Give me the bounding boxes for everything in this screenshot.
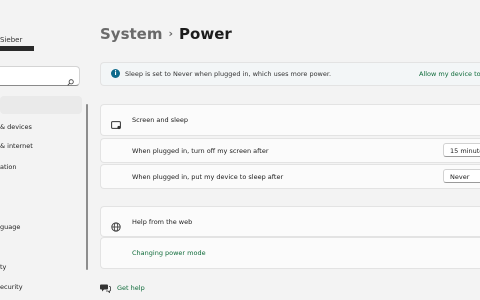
sidebar-item-gaming[interactable]: [0, 238, 82, 256]
screen-sleep-icon: [111, 115, 121, 134]
sidebar-item-system[interactable]: [0, 96, 82, 114]
sidebar-item-time-language[interactable]: guage: [0, 218, 82, 236]
changing-power-mode-link[interactable]: Changing power mode: [132, 249, 206, 257]
sidebar-item-accounts[interactable]: [0, 198, 82, 216]
get-help-icon: [100, 283, 111, 295]
breadcrumb-system[interactable]: System: [100, 25, 162, 43]
user-email-redacted: [0, 46, 34, 51]
sidebar-item-privacy-security[interactable]: ecurity: [0, 278, 82, 296]
search-input[interactable]: [0, 66, 80, 86]
sidebar-item-bluetooth-devices[interactable]: & devices: [0, 118, 82, 136]
info-icon: i: [111, 69, 120, 78]
get-help-label: Get help: [117, 284, 145, 292]
screen-timeout-dropdown[interactable]: 15 minutes: [443, 143, 480, 157]
allow-device-link[interactable]: Allow my device to: [419, 70, 480, 78]
sidebar-scrollbar[interactable]: [86, 104, 88, 270]
main-content: System › Power i Sleep is set to Never whe…: [100, 0, 480, 300]
page-title: Power: [179, 25, 232, 43]
globe-icon: [111, 217, 121, 236]
info-text: Sleep is set to Never when plugged in, w…: [125, 70, 332, 78]
screen-and-sleep-title: Screen and sleep: [132, 116, 189, 124]
user-name: Sieber: [0, 36, 23, 44]
sleep-timeout-dropdown[interactable]: Never: [443, 169, 480, 183]
sidebar: Sieber & devices & internet ation guage …: [0, 0, 88, 300]
screen-and-sleep-header[interactable]: Screen and sleep: [100, 104, 480, 136]
sidebar-item-personalization[interactable]: ation: [0, 158, 82, 176]
info-bar: i Sleep is set to Never when plugged in,…: [100, 62, 480, 86]
search-icon: [67, 71, 74, 90]
breadcrumb-separator: ›: [168, 27, 174, 40]
screen-timeout-label: When plugged in, turn off my screen afte…: [132, 147, 269, 155]
help-from-web-title: Help from the web: [132, 218, 193, 226]
sidebar-item-accessibility[interactable]: ty: [0, 258, 82, 276]
sleep-timeout-row: When plugged in, put my device to sleep …: [100, 164, 480, 189]
breadcrumb: System › Power: [100, 25, 232, 43]
sleep-timeout-label: When plugged in, put my device to sleep …: [132, 173, 284, 181]
help-links-panel: Changing power mode: [100, 237, 480, 269]
sidebar-item-network-internet[interactable]: & internet: [0, 137, 82, 155]
help-from-web-header[interactable]: Help from the web: [100, 206, 480, 237]
sidebar-item-apps[interactable]: [0, 178, 82, 196]
screen-timeout-row: When plugged in, turn off my screen afte…: [100, 138, 480, 163]
